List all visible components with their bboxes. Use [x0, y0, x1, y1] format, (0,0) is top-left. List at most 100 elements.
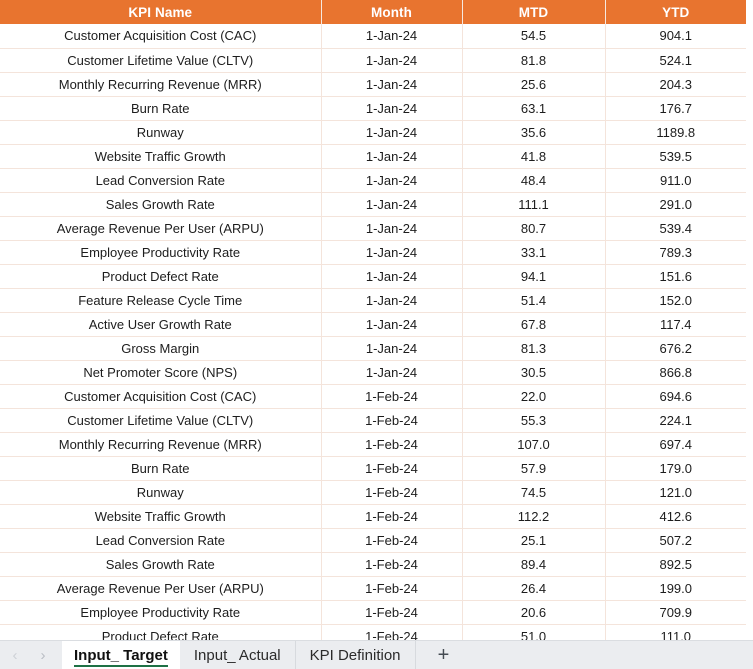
cell-month[interactable]: 1-Feb-24 — [321, 432, 463, 457]
cell-ytd[interactable]: 789.3 — [605, 240, 746, 265]
table-row[interactable]: Employee Productivity Rate 1-Feb-24 20.6 70… — [0, 600, 746, 625]
cell-month[interactable]: 1-Jan-24 — [321, 96, 463, 121]
sheet-tab-kpi-definition[interactable]: KPI Definition — [296, 641, 416, 669]
cell-kpi_name[interactable]: Customer Lifetime Value (CLTV) — [0, 48, 322, 73]
cell-kpi_name[interactable]: Customer Acquisition Cost (CAC) — [0, 384, 322, 409]
cell-month[interactable]: 1-Jan-24 — [321, 312, 463, 337]
column-header-mtd[interactable]: MTD — [462, 0, 606, 24]
cell-month[interactable]: 1-Jan-24 — [321, 168, 463, 193]
cell-ytd[interactable]: 291.0 — [605, 192, 746, 217]
worksheet-grid[interactable]: KPI Name Month MTD YTD Customer Acquisit… — [0, 0, 753, 640]
cell-month[interactable]: 1-Feb-24 — [321, 504, 463, 529]
cell-ytd[interactable]: 204.3 — [605, 72, 746, 97]
cell-month[interactable]: 1-Jan-24 — [321, 216, 463, 241]
cell-month[interactable]: 1-Jan-24 — [321, 264, 463, 289]
next-sheet-icon[interactable]: › — [30, 642, 56, 668]
cell-month[interactable]: 1-Jan-24 — [321, 192, 463, 217]
cell-mtd[interactable]: 25.6 — [462, 72, 606, 97]
cell-mtd[interactable]: 33.1 — [462, 240, 606, 265]
cell-ytd[interactable]: 121.0 — [605, 480, 746, 505]
cell-month[interactable]: 1-Jan-24 — [321, 72, 463, 97]
table-row[interactable]: Burn Rate 1-Jan-24 63.1 176.7 — [0, 96, 746, 121]
cell-kpi_name[interactable]: Runway — [0, 120, 322, 145]
cell-kpi_name[interactable]: Employee Productivity Rate — [0, 240, 322, 265]
cell-kpi_name[interactable]: Gross Margin — [0, 336, 322, 361]
table-row[interactable]: Customer Lifetime Value (CLTV) 1-Jan-24 81… — [0, 48, 746, 73]
cell-mtd[interactable]: 41.8 — [462, 144, 606, 169]
cell-month[interactable]: 1-Feb-24 — [321, 480, 463, 505]
table-row[interactable]: Active User Growth Rate 1-Jan-24 67.8 117.4 — [0, 312, 746, 337]
cell-kpi_name[interactable]: Sales Growth Rate — [0, 552, 322, 577]
cell-mtd[interactable]: 89.4 — [462, 552, 606, 577]
cell-kpi_name[interactable]: Website Traffic Growth — [0, 144, 322, 169]
table-row[interactable]: Runway 1-Jan-24 35.6 1189.8 — [0, 120, 746, 145]
cell-month[interactable]: 1-Feb-24 — [321, 528, 463, 553]
cell-mtd[interactable]: 35.6 — [462, 120, 606, 145]
cell-kpi_name[interactable]: Active User Growth Rate — [0, 312, 322, 337]
cell-ytd[interactable]: 412.6 — [605, 504, 746, 529]
table-row[interactable]: Product Defect Rate 1-Feb-24 51.0 111.0 — [0, 624, 746, 640]
cell-ytd[interactable]: 709.9 — [605, 600, 746, 625]
cell-mtd[interactable]: 25.1 — [462, 528, 606, 553]
table-row[interactable]: Customer Lifetime Value (CLTV) 1-Feb-24 55… — [0, 408, 746, 433]
cell-month[interactable]: 1-Feb-24 — [321, 600, 463, 625]
cell-kpi_name[interactable]: Lead Conversion Rate — [0, 168, 322, 193]
cell-ytd[interactable]: 539.4 — [605, 216, 746, 241]
cell-ytd[interactable]: 176.7 — [605, 96, 746, 121]
cell-mtd[interactable]: 22.0 — [462, 384, 606, 409]
cell-mtd[interactable]: 80.7 — [462, 216, 606, 241]
cell-kpi_name[interactable]: Website Traffic Growth — [0, 504, 322, 529]
cell-kpi_name[interactable]: Sales Growth Rate — [0, 192, 322, 217]
cell-kpi_name[interactable]: Customer Lifetime Value (CLTV) — [0, 408, 322, 433]
cell-month[interactable]: 1-Jan-24 — [321, 336, 463, 361]
cell-mtd[interactable]: 20.6 — [462, 600, 606, 625]
cell-kpi_name[interactable]: Burn Rate — [0, 96, 322, 121]
cell-kpi_name[interactable]: Product Defect Rate — [0, 264, 322, 289]
cell-month[interactable]: 1-Jan-24 — [321, 144, 463, 169]
cell-kpi_name[interactable]: Customer Acquisition Cost (CAC) — [0, 24, 322, 49]
cell-ytd[interactable]: 179.0 — [605, 456, 746, 481]
cell-ytd[interactable]: 117.4 — [605, 312, 746, 337]
table-row[interactable]: Feature Release Cycle Time 1-Jan-24 51.4 15… — [0, 288, 746, 313]
cell-mtd[interactable]: 63.1 — [462, 96, 606, 121]
column-header-month[interactable]: Month — [321, 0, 463, 24]
cell-ytd[interactable]: 224.1 — [605, 408, 746, 433]
cell-ytd[interactable]: 676.2 — [605, 336, 746, 361]
table-row[interactable]: Employee Productivity Rate 1-Jan-24 33.1 78… — [0, 240, 746, 265]
table-row[interactable]: Average Revenue Per User (ARPU) 1-Jan-24 8… — [0, 216, 746, 241]
cell-month[interactable]: 1-Jan-24 — [321, 48, 463, 73]
table-row[interactable]: Customer Acquisition Cost (CAC) 1-Jan-24 5… — [0, 24, 746, 49]
column-header-ytd[interactable]: YTD — [605, 0, 746, 24]
cell-mtd[interactable]: 55.3 — [462, 408, 606, 433]
cell-mtd[interactable]: 57.9 — [462, 456, 606, 481]
cell-mtd[interactable]: 54.5 — [462, 24, 606, 49]
table-row[interactable]: Burn Rate 1-Feb-24 57.9 179.0 — [0, 456, 746, 481]
cell-ytd[interactable]: 111.0 — [605, 624, 746, 640]
cell-month[interactable]: 1-Feb-24 — [321, 408, 463, 433]
cell-kpi_name[interactable]: Product Defect Rate — [0, 624, 322, 640]
cell-mtd[interactable]: 67.8 — [462, 312, 606, 337]
cell-mtd[interactable]: 112.2 — [462, 504, 606, 529]
cell-month[interactable]: 1-Feb-24 — [321, 384, 463, 409]
cell-kpi_name[interactable]: Net Promoter Score (NPS) — [0, 360, 322, 385]
table-row[interactable]: Sales Growth Rate 1-Jan-24 111.1 291.0 — [0, 192, 746, 217]
cell-ytd[interactable]: 694.6 — [605, 384, 746, 409]
cell-mtd[interactable]: 81.8 — [462, 48, 606, 73]
cell-mtd[interactable]: 107.0 — [462, 432, 606, 457]
cell-ytd[interactable]: 507.2 — [605, 528, 746, 553]
cell-kpi_name[interactable]: Monthly Recurring Revenue (MRR) — [0, 432, 322, 457]
table-row[interactable]: Lead Conversion Rate 1-Feb-24 25.1 507.2 — [0, 528, 746, 553]
cell-mtd[interactable]: 94.1 — [462, 264, 606, 289]
cell-ytd[interactable]: 151.6 — [605, 264, 746, 289]
cell-kpi_name[interactable]: Runway — [0, 480, 322, 505]
cell-month[interactable]: 1-Feb-24 — [321, 552, 463, 577]
cell-ytd[interactable]: 866.8 — [605, 360, 746, 385]
cell-month[interactable]: 1-Feb-24 — [321, 624, 463, 640]
cell-kpi_name[interactable]: Feature Release Cycle Time — [0, 288, 322, 313]
cell-kpi_name[interactable]: Average Revenue Per User (ARPU) — [0, 216, 322, 241]
cell-kpi_name[interactable]: Average Revenue Per User (ARPU) — [0, 576, 322, 601]
cell-kpi_name[interactable]: Monthly Recurring Revenue (MRR) — [0, 72, 322, 97]
cell-ytd[interactable]: 911.0 — [605, 168, 746, 193]
cell-mtd[interactable]: 51.0 — [462, 624, 606, 640]
cell-ytd[interactable]: 524.1 — [605, 48, 746, 73]
